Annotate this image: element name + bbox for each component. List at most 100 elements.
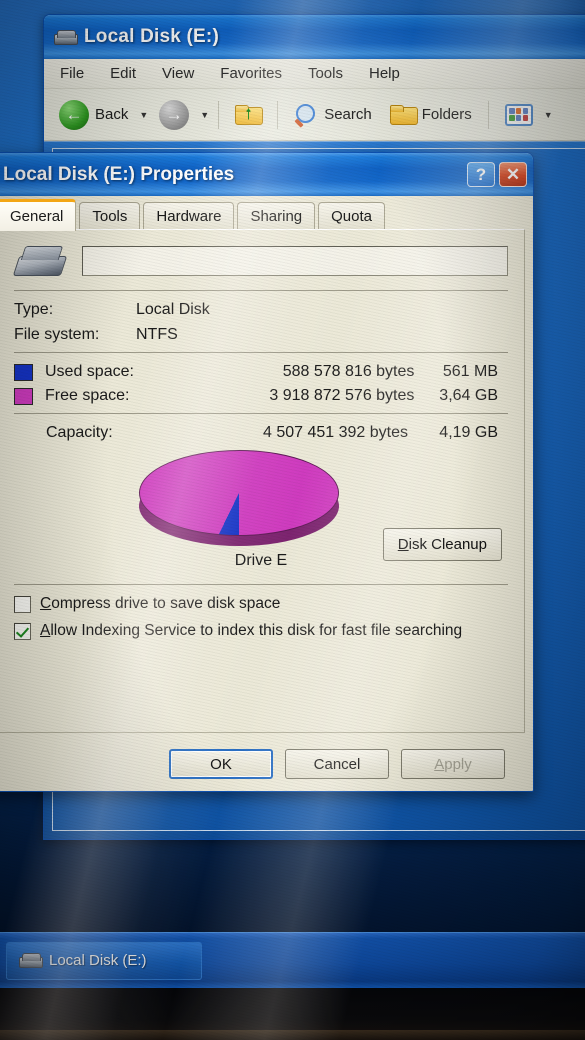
search-button[interactable]: Search <box>287 99 379 131</box>
general-tab-page: Type: Local Disk File system: NTFS Used … <box>0 229 525 733</box>
ok-button[interactable]: OK <box>169 749 273 779</box>
disk-usage-pie-chart: Drive E Disk Cleanup <box>14 446 508 576</box>
type-label: Type: <box>14 301 54 318</box>
folders-label: Folders <box>421 106 472 123</box>
views-dropdown-icon[interactable]: ▼ <box>544 110 553 120</box>
dialog-title: Local Disk (E:) Properties <box>3 163 235 185</box>
monitor-screen: Local Disk (E:) File Edit View Favorites… <box>0 0 585 1040</box>
up-folder-icon: ↑ <box>235 102 264 125</box>
back-dropdown-icon[interactable]: ▼ <box>139 110 148 120</box>
allow-indexing-checkbox[interactable] <box>14 622 31 640</box>
folders-button[interactable]: Folders <box>383 101 479 129</box>
menu-item-help[interactable]: Help <box>369 65 400 82</box>
divider-1 <box>14 290 508 291</box>
tab-general[interactable]: General <box>0 199 77 231</box>
forward-dropdown-icon[interactable]: ▼ <box>200 110 209 120</box>
bezel-reflection <box>0 1030 585 1040</box>
forward-arrow-icon: → <box>159 99 190 130</box>
compress-rest: ompress drive to save disk space <box>51 595 281 612</box>
type-row: Type: Local Disk <box>14 301 508 319</box>
apply-accel: A <box>434 755 445 773</box>
tab-sharing[interactable]: Sharing <box>237 202 316 230</box>
up-arrow-glyph: ↑ <box>244 102 253 122</box>
properties-dialog: Local Disk (E:) Properties ? ✕ General T… <box>0 152 534 792</box>
dialog-tabstrip: General Tools Hardware Sharing Quota <box>0 196 533 231</box>
capacity-label: Capacity: <box>46 424 113 441</box>
hard-drive-icon <box>54 29 78 45</box>
views-button[interactable] <box>498 100 540 130</box>
allow-indexing-label: Allow Indexing Service to index this dis… <box>40 622 462 640</box>
dialog-button-row: OK Cancel Apply <box>0 749 533 779</box>
explorer-title: Local Disk (E:) <box>84 26 219 47</box>
search-icon <box>294 103 318 127</box>
back-button[interactable]: ← Back <box>52 96 135 134</box>
pie-graphic <box>139 450 339 550</box>
dialog-titlebar: Local Disk (E:) Properties ? ✕ <box>0 153 533 196</box>
cleanup-rest: isk Cleanup <box>408 536 487 553</box>
explorer-titlebar: Local Disk (E:) <box>44 15 585 59</box>
filesystem-label: File system: <box>14 326 100 343</box>
apply-button: Apply <box>401 749 505 779</box>
search-label: Search <box>324 106 372 123</box>
type-value: Local Disk <box>136 301 210 318</box>
used-space-bytes: 588 578 816 bytes <box>282 363 415 380</box>
cleanup-accel: D <box>397 536 409 553</box>
capacity-short: 4,19 GB <box>439 424 498 441</box>
apply-rest: pply <box>444 755 472 773</box>
back-label: Back <box>95 106 129 123</box>
up-button[interactable]: ↑ <box>228 101 268 129</box>
divider-2 <box>14 352 508 353</box>
used-space-short: 561 MB <box>442 363 498 380</box>
menu-item-tools[interactable]: Tools <box>308 65 343 82</box>
indexing-accel: A <box>40 622 51 639</box>
help-button[interactable]: ? <box>467 162 495 187</box>
compress-drive-label: Compress drive to save disk space <box>40 595 280 613</box>
divider-3 <box>14 413 508 414</box>
taskbar-item-label: Local Disk (E:) <box>49 952 147 969</box>
capacity-bytes: 4 507 451 392 bytes <box>262 424 408 441</box>
forward-button[interactable]: → <box>152 96 196 134</box>
tab-tools[interactable]: Tools <box>79 202 141 230</box>
free-space-row: Free space: 3 918 872 576 bytes 3,64 GB <box>14 387 508 405</box>
toolbar-separator <box>218 100 220 129</box>
volume-label-row <box>14 244 508 278</box>
taskbar-hard-drive-icon <box>19 953 43 968</box>
compress-drive-row[interactable]: Compress drive to save disk space <box>14 595 508 613</box>
compress-drive-checkbox[interactable] <box>14 595 31 613</box>
explorer-toolbar: ← Back ▼ → ▼ ↑ Search Folders ▼ <box>44 89 585 141</box>
pie-top-face <box>139 450 339 536</box>
indexing-rest: llow Indexing Service to index this disk… <box>50 622 463 639</box>
used-space-row: Used space: 588 578 816 bytes 561 MB <box>14 363 508 381</box>
capacity-row: Capacity: 4 507 451 392 bytes 4,19 GB <box>14 424 508 442</box>
tab-hardware[interactable]: Hardware <box>143 202 235 230</box>
allow-indexing-row[interactable]: Allow Indexing Service to index this dis… <box>14 622 508 640</box>
filesystem-row: File system: NTFS <box>14 326 508 344</box>
back-arrow-icon: ← <box>59 99 89 130</box>
folders-icon <box>389 104 418 125</box>
close-icon[interactable]: ✕ <box>499 162 527 187</box>
tab-quota[interactable]: Quota <box>318 202 386 230</box>
disk-cleanup-button[interactable]: Disk Cleanup <box>382 528 502 561</box>
toolbar-separator-3 <box>487 100 489 129</box>
taskbar-item-local-disk[interactable]: Local Disk (E:) <box>6 941 202 980</box>
menu-item-view[interactable]: View <box>162 65 194 82</box>
compress-accel: C <box>40 595 52 612</box>
free-space-short: 3,64 GB <box>439 387 498 404</box>
toolbar-separator-2 <box>277 100 279 129</box>
explorer-menubar: File Edit View Favorites Tools Help <box>44 59 585 89</box>
views-icon <box>504 103 533 126</box>
filesystem-value: NTFS <box>136 326 178 343</box>
used-space-label: Used space: <box>45 363 134 380</box>
menu-item-edit[interactable]: Edit <box>110 65 136 82</box>
menu-item-file[interactable]: File <box>60 65 84 82</box>
taskbar: Local Disk (E:) <box>0 932 585 988</box>
used-space-swatch <box>14 363 33 381</box>
free-space-bytes: 3 918 872 576 bytes <box>269 387 415 404</box>
divider-4 <box>14 584 508 585</box>
free-space-swatch <box>14 387 33 405</box>
cancel-button[interactable]: Cancel <box>285 749 389 779</box>
menu-item-favorites[interactable]: Favorites <box>220 65 282 82</box>
volume-label-input[interactable] <box>82 246 508 276</box>
dialog-window-controls: ? ✕ <box>467 162 527 187</box>
free-space-label: Free space: <box>45 387 130 404</box>
